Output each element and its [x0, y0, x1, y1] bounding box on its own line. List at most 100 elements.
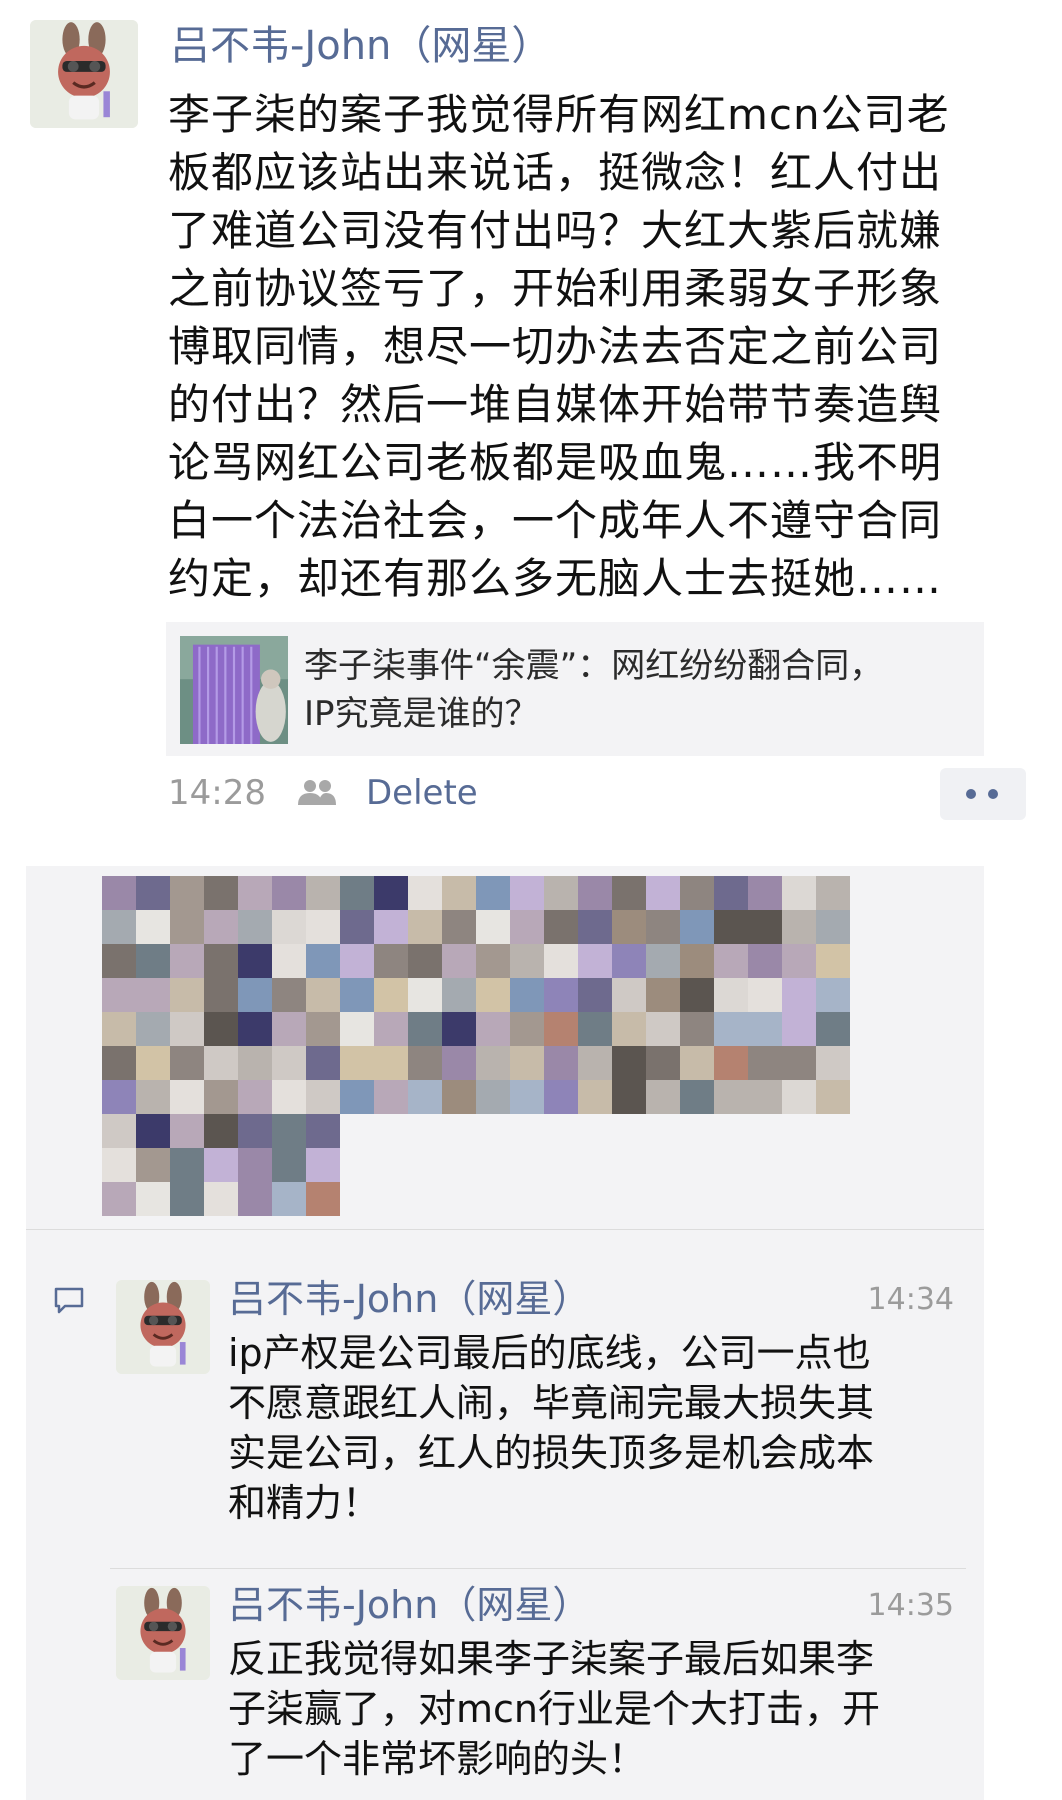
mosaic-cell [204, 1182, 238, 1216]
commenter-name[interactable]: 吕不韦-John（网星） [228, 1274, 590, 1324]
comment-line: 实是公司，红人的损失顶多是机会成本 [228, 1431, 875, 1475]
mosaic-cell [374, 978, 408, 1012]
more-dots-icon[interactable] [940, 768, 1026, 820]
mosaic-cell [170, 978, 204, 1012]
mosaic-cell [578, 978, 612, 1012]
mosaic-cell [714, 978, 748, 1012]
mosaic-cell [612, 944, 646, 978]
mosaic-cell [340, 1046, 374, 1080]
mosaic-cell [408, 1080, 442, 1114]
post-timestamp: 14:28 [168, 773, 266, 813]
mosaic-cell [680, 1012, 714, 1046]
friends-icon[interactable] [296, 778, 338, 806]
mosaic-cell [408, 876, 442, 910]
comment-line: 了一个非常坏影响的头！ [228, 1737, 647, 1781]
mosaic-cell [408, 1046, 442, 1080]
mosaic-cell [442, 978, 476, 1012]
comment-line: 不愿意跟红人闹，毕竟闹完最大损失其 [228, 1381, 875, 1425]
mosaic-cell [714, 876, 748, 910]
mosaic-cell [136, 1114, 170, 1148]
article-title-line: IP究竟是谁的？ [304, 694, 539, 734]
mosaic-cell [476, 876, 510, 910]
mosaic-cell [170, 944, 204, 978]
delete-button[interactable]: Delete [366, 770, 478, 816]
comment-text: ip产权是公司最后的底线，公司一点也 不愿意跟红人闹，毕竟闹完最大损失其 实是公… [228, 1328, 958, 1528]
mosaic-cell [238, 944, 272, 978]
mosaic-cell [782, 1046, 816, 1080]
mosaic-cell [306, 1080, 340, 1114]
mosaic-cell [170, 1046, 204, 1080]
mosaic-cell [714, 944, 748, 978]
mosaic-cell [816, 978, 850, 1012]
mosaic-cell [510, 1080, 544, 1114]
mosaic-cell [136, 944, 170, 978]
post-body-line: 白一个法治社会，一个成年人不遵守合同 [168, 496, 943, 545]
post-author-name[interactable]: 吕不韦-John（网星） [170, 18, 551, 74]
mosaic-cell [510, 1012, 544, 1046]
mosaic-cell [136, 1046, 170, 1080]
mosaic-cell [578, 876, 612, 910]
mosaic-cell [272, 1114, 306, 1148]
mosaic-cell [340, 978, 374, 1012]
mosaic-cell [102, 876, 136, 910]
mosaic-cell [748, 1046, 782, 1080]
mosaic-cell [680, 876, 714, 910]
mosaic-cell [782, 910, 816, 944]
mosaic-cell [306, 944, 340, 978]
mosaic-cell [612, 1046, 646, 1080]
mosaic-cell [510, 876, 544, 910]
mosaic-cell [680, 944, 714, 978]
mosaic-cell [714, 910, 748, 944]
mosaic-cell [544, 944, 578, 978]
mosaic-cell [748, 876, 782, 910]
shared-article-card[interactable]: 李子柒事件“余震”：网红纷纷翻合同， IP究竟是谁的？ [166, 622, 984, 756]
mosaic-cell [680, 910, 714, 944]
mosaic-cell [204, 978, 238, 1012]
mosaic-cell [238, 1114, 272, 1148]
mosaic-cell [408, 978, 442, 1012]
comment-divider [110, 1568, 966, 1569]
mosaic-cell [306, 876, 340, 910]
mosaic-cell [102, 1182, 136, 1216]
mosaic-cell [748, 944, 782, 978]
mosaic-cell [748, 978, 782, 1012]
mosaic-cell [612, 1080, 646, 1114]
mosaic-cell [102, 1114, 136, 1148]
mosaic-cell [204, 1046, 238, 1080]
mosaic-cell [646, 1046, 680, 1080]
mosaic-cell [578, 944, 612, 978]
mosaic-cell [272, 910, 306, 944]
article-title[interactable]: 李子柒事件“余震”：网红纷纷翻合同， IP究竟是谁的？ [304, 642, 964, 738]
mosaic-cell [238, 876, 272, 910]
mosaic-cell [680, 978, 714, 1012]
post-body: 李子柒的案子我觉得所有网红mcn公司老 板都应该站出来说话，挺微念！红人付出 了… [168, 86, 1046, 608]
mosaic-cell [816, 1046, 850, 1080]
mosaic-cell [102, 1046, 136, 1080]
comment-time: 14:34 [867, 1282, 954, 1317]
mosaic-cell [102, 944, 136, 978]
mosaic-cell [680, 1046, 714, 1080]
rabbit-avatar-icon [116, 1586, 210, 1680]
mosaic-cell [170, 1182, 204, 1216]
mosaic-cell [306, 978, 340, 1012]
mosaic-cell [340, 876, 374, 910]
commenter-name[interactable]: 吕不韦-John（网星） [228, 1580, 590, 1630]
author-avatar[interactable] [30, 20, 138, 128]
mosaic-cell [272, 944, 306, 978]
mosaic-cell [272, 978, 306, 1012]
mosaic-cell [136, 910, 170, 944]
mosaic-cell [612, 1012, 646, 1046]
commenter-avatar[interactable] [116, 1586, 210, 1680]
mosaic-cell [340, 944, 374, 978]
mosaic-cell [136, 1080, 170, 1114]
mosaic-cell [204, 1148, 238, 1182]
mosaic-cell [442, 910, 476, 944]
commenter-avatar[interactable] [116, 1280, 210, 1374]
mosaic-cell [782, 1012, 816, 1046]
mosaic-cell [782, 944, 816, 978]
mosaic-cell [510, 1046, 544, 1080]
mosaic-cell [442, 944, 476, 978]
post-body-line: 的付出？然后一堆自媒体开始带节奏造舆 [168, 380, 943, 429]
mosaic-cell [238, 978, 272, 1012]
mosaic-cell [476, 1046, 510, 1080]
